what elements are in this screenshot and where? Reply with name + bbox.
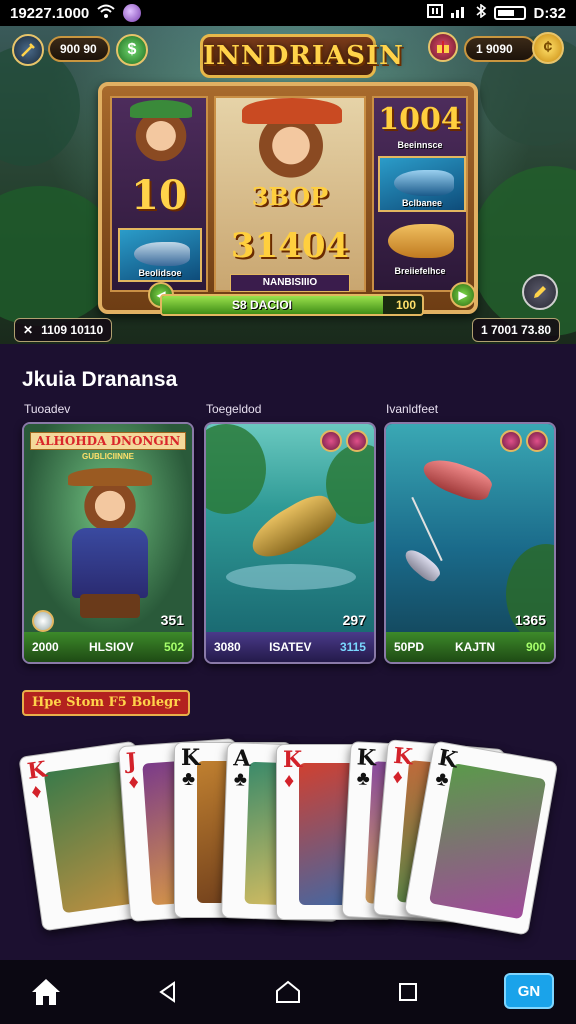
jumping-fish-icon	[244, 488, 342, 568]
sword-icon[interactable]	[12, 34, 44, 66]
progress-value: 100	[395, 298, 416, 312]
status-time: 19227.1000	[10, 4, 90, 22]
card-score: 297	[342, 612, 366, 628]
card-subbanner: GUBLICIINNE	[82, 452, 134, 461]
card-rank: K	[283, 747, 303, 773]
column-label-1: Tuoadev	[24, 402, 71, 416]
progress-label: S8 DACIOI	[231, 298, 292, 312]
fish-tile-right: Bclbanee	[378, 156, 466, 212]
coin-icon[interactable]: ¢	[532, 32, 564, 64]
gift-icon[interactable]	[428, 32, 458, 62]
game-card-1[interactable]: ALHOHDA DNONGIN GUBLICIINNE 351 2000 HLS…	[22, 422, 194, 664]
fish-right2-label: Breiiefelhce	[394, 266, 446, 276]
pearl-icon	[32, 610, 54, 632]
back-icon[interactable]	[150, 974, 186, 1010]
balance-right[interactable]: 1 9090	[464, 36, 536, 62]
club-icon: ♣	[233, 768, 248, 791]
status-right-time: D:32	[533, 4, 566, 22]
balance-left[interactable]: 900 90	[48, 36, 110, 62]
sim-icon	[427, 4, 444, 22]
cn-button[interactable]: GN	[504, 973, 554, 1009]
star-badge-icon	[346, 430, 368, 452]
card-rank: K	[181, 745, 201, 771]
reel-center: 3BOP 31404 NANBISIIIO	[214, 96, 366, 292]
bluetooth-icon	[475, 3, 487, 22]
fish-tile-left: Beolidsoe	[118, 228, 202, 282]
water-splash	[226, 564, 356, 590]
card-info-bar: 3080 ISATEV 3115	[206, 632, 374, 662]
game-hero: 900 90 $ INNDRIASIN 1 9090 ¢ 10 Beolidso…	[0, 26, 576, 344]
avatar	[123, 4, 142, 22]
fish-left-label: Beolidsoe	[138, 268, 182, 278]
hat-icon	[130, 100, 192, 118]
slot-left-number: 10	[131, 172, 187, 219]
fisherman-legs	[80, 594, 140, 618]
game-title: INNDRIASIN	[200, 34, 403, 78]
section-title: Jkuia Dranansa	[22, 368, 178, 391]
fish-badge-icon	[500, 430, 522, 452]
crossed-swords-icon: ✕	[23, 323, 34, 337]
diamond-icon: ♦	[391, 765, 404, 789]
fisherman-body	[72, 528, 148, 598]
bottom-left-stat: ✕ 1109 10110	[14, 318, 113, 342]
card-rank: K	[392, 742, 414, 771]
recents-icon[interactable]	[390, 974, 426, 1010]
status-bar: 19227.1000 D:32	[0, 0, 576, 26]
column-label-3: Ivanldfeet	[386, 402, 439, 416]
diamond-icon: ♦	[284, 770, 295, 792]
club-icon: ♣	[182, 768, 196, 790]
diamond-icon: ♦	[29, 780, 44, 804]
club-icon: ♣	[433, 767, 451, 792]
card-rank: K	[356, 744, 377, 772]
card-rank: K	[25, 756, 49, 785]
game-card-3[interactable]: 1365 50PD KAJTN 900	[384, 422, 556, 664]
salmon-icon	[418, 452, 496, 506]
slot-right-label: Beeinnsce	[397, 140, 443, 150]
bottom-right-stat: 1 7001 73.80	[472, 318, 561, 342]
slot-center-number: 31404	[230, 226, 350, 266]
reel-right: 1004 Beeinnsce Bclbanee Breiiefelhce	[372, 96, 468, 292]
column-label-2: Toegeldod	[206, 402, 262, 416]
navigation-bar: GN	[0, 960, 576, 1024]
star-badge-icon	[526, 430, 548, 452]
dollar-icon[interactable]: $	[116, 34, 148, 66]
card-info-bar: 50PD KAJTN 900	[386, 632, 554, 662]
game-card-2[interactable]: 297 3080 ISATEV 3115	[204, 422, 376, 664]
center-plate: NANBISIIIO	[230, 274, 350, 292]
slot-center-label: 3BOP	[251, 182, 329, 211]
reel-left: 10 Beolidsoe	[110, 96, 208, 292]
jackpot-progress: S8 DACIOI 100	[160, 294, 424, 316]
battery-icon	[494, 6, 527, 20]
card-score: 351	[160, 612, 184, 628]
signal-icon	[450, 4, 468, 22]
card-score: 1365	[514, 612, 546, 628]
slot-machine[interactable]: 10 Beolidsoe 3BOP 31404 NANBISIIIO 1004 …	[98, 82, 478, 316]
golden-fish-icon	[388, 224, 454, 258]
card-rank: J	[125, 748, 138, 775]
wifi-icon	[97, 4, 115, 22]
slot-right-number: 1004	[378, 102, 462, 137]
fish-right-label: Bclbanee	[401, 198, 443, 208]
diamond-icon: ♦	[127, 770, 140, 794]
hat-icon	[242, 98, 342, 124]
card-rank: A	[233, 745, 252, 772]
home-icon[interactable]	[28, 974, 64, 1010]
edit-icon[interactable]	[522, 274, 558, 310]
fish-badge-icon	[320, 430, 342, 452]
card-banner: ALHOHDA DNONGIN	[30, 432, 186, 450]
circle-home-icon[interactable]	[270, 974, 306, 1010]
offer-tag[interactable]: Hpe Stom F5 Bolegr	[22, 690, 191, 716]
card-info-bar: 2000 HLSIOV 502	[24, 632, 192, 662]
club-icon: ♣	[356, 767, 371, 791]
slot-right-arrow-button[interactable]: ▶	[450, 282, 476, 308]
